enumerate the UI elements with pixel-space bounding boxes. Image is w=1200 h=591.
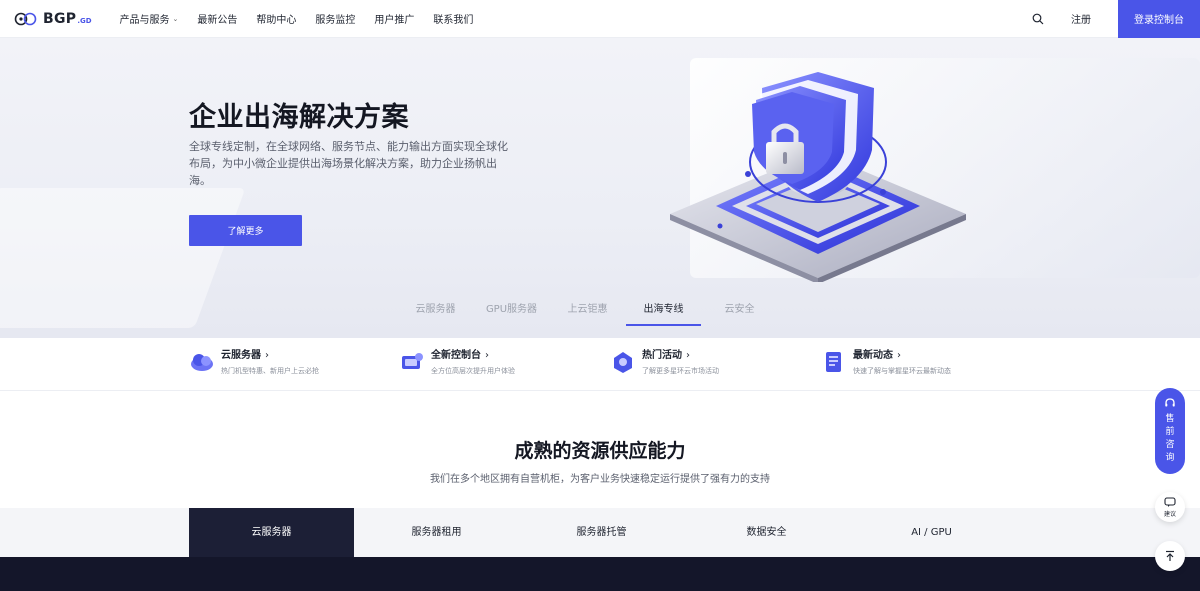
main-nav: 产品与服务 ⌄ 最新公告 帮助中心 服务监控 用户推广 联系我们 [120,0,493,38]
nav-label: 服务监控 [315,15,356,26]
arrow-up-icon [1166,550,1174,561]
dark-content-band [0,557,1200,591]
feature-cloud-server[interactable]: 云服务器 › 热门机型特惠、新用户上云必抢 [189,349,319,376]
headset-icon [1165,398,1175,407]
tab-overseas-line[interactable]: 出海专线 [626,300,701,326]
chevron-right-icon: › [897,350,901,361]
nav-item-contact[interactable]: 联系我们 [433,11,473,26]
hero-tabs: 云服务器 GPU服务器 上云钜惠 出海专线 云安全 [398,300,778,326]
hero-banner: 企业出海解决方案 全球专线定制，在全球网络、服务节点、能力输出方面实现全球化布局… [0,38,1200,338]
learn-more-button[interactable]: 了解更多 [189,215,302,246]
cloud-server-icon [191,354,213,371]
tab-cloud-deals[interactable]: 上云钜惠 [550,300,625,326]
feature-title: 最新动态 › [853,350,901,361]
security-shield-illustration [670,72,966,282]
feature-title: 云服务器 › [221,350,269,361]
feature-title: 全新控制台 › [431,350,489,361]
chevron-right-icon: › [686,350,690,361]
nav-item-products[interactable]: 产品与服务 ⌄ [119,11,179,27]
nav-label: 帮助中心 [256,15,297,26]
feature-hot-events[interactable]: 热门活动 › 了解更多星环云市场活动 [610,349,719,376]
tab-cloud-security[interactable]: 云安全 [702,300,777,326]
feature-strip: 云服务器 › 热门机型特惠、新用户上云必抢 全新控制台 › 全方位高层次提升用户体验… [0,338,1200,391]
register-link[interactable]: 注册 [1071,11,1091,26]
feedback-button[interactable]: 建议 [1155,492,1185,522]
category-tabs: 云服务器 服务器租用 服务器托管 数据安全 AI / GPU [189,508,1014,557]
section-subtitle: 我们在多个地区拥有自营机柜，为客户业务快速稳定运行提供了强有力的支持 [430,474,770,485]
nav-label: 最新公告 [197,15,238,26]
feature-subtitle: 了解更多星环云市场活动 [642,367,719,375]
login-console-button[interactable]: 登录控制台 [1118,0,1200,38]
tab-server-hosting[interactable]: 服务器托管 [519,508,684,557]
chevron-right-icon: › [485,350,489,361]
feedback-label: 建议 [1163,510,1176,518]
top-navbar: BGP .GD 产品与服务 ⌄ 最新公告 帮助中心 服务监控 用户推广 联系我们… [0,0,1200,38]
chevron-down-icon: ⌄ [172,14,179,23]
nav-label: 产品与服务 [119,15,170,26]
hero-title: 企业出海解决方案 [189,102,409,133]
search-icon [1032,13,1044,24]
nav-item-help[interactable]: 帮助中心 [256,11,296,26]
feature-title: 热门活动 › [642,350,690,361]
feature-latest-news[interactable]: 最新动态 › 快速了解与掌握星环云最新动态 [821,349,951,376]
feature-subtitle: 快速了解与掌握星环云最新动态 [853,367,951,375]
search-button[interactable] [1019,0,1057,38]
tab-data-security[interactable]: 数据安全 [684,508,849,557]
presales-consult-button[interactable]: 售前咨询 [1155,388,1185,474]
section-title: 成熟的资源供应能力 [514,440,686,462]
tab-gpu-server[interactable]: GPU服务器 [474,300,549,326]
tab-server-rental[interactable]: 服务器租用 [354,508,519,557]
nav-label: 联系我们 [433,15,474,26]
cloud-logo-icon [14,12,37,25]
tab-ai-gpu[interactable]: AI / GPU [849,508,1014,557]
chevron-right-icon: › [265,350,269,361]
hero-background-decoration [0,188,246,328]
category-tab-bar: 云服务器 服务器租用 服务器托管 数据安全 AI / GPU [0,508,1200,557]
feature-new-console[interactable]: 全新控制台 › 全方位高层次提升用户体验 [399,349,515,376]
feedback-icon [1164,496,1176,507]
logo-text: BGP [43,10,77,27]
header-actions: 注册 登录控制台 [1019,0,1200,38]
logo-sub: .GD [77,17,92,25]
nav-label: 用户推广 [374,15,415,26]
tab-cloud-server[interactable]: 云服务器 [189,508,354,557]
logo[interactable]: BGP .GD [14,0,92,38]
hero-description: 全球专线定制，在全球网络、服务节点、能力输出方面实现全球化布局，为中小微企业提供… [189,140,508,187]
consult-label: 售前咨询 [1165,414,1175,463]
nav-item-monitor[interactable]: 服务监控 [315,11,355,26]
feature-subtitle: 全方位高层次提升用户体验 [431,367,515,375]
news-icon [826,352,841,372]
console-icon [402,353,423,369]
event-icon [614,352,632,373]
feature-subtitle: 热门机型特惠、新用户上云必抢 [221,367,319,375]
nav-item-announcements[interactable]: 最新公告 [197,11,237,26]
nav-item-promotion[interactable]: 用户推广 [374,11,414,26]
back-to-top-button[interactable] [1155,541,1185,571]
tab-cloud-server[interactable]: 云服务器 [398,300,473,326]
